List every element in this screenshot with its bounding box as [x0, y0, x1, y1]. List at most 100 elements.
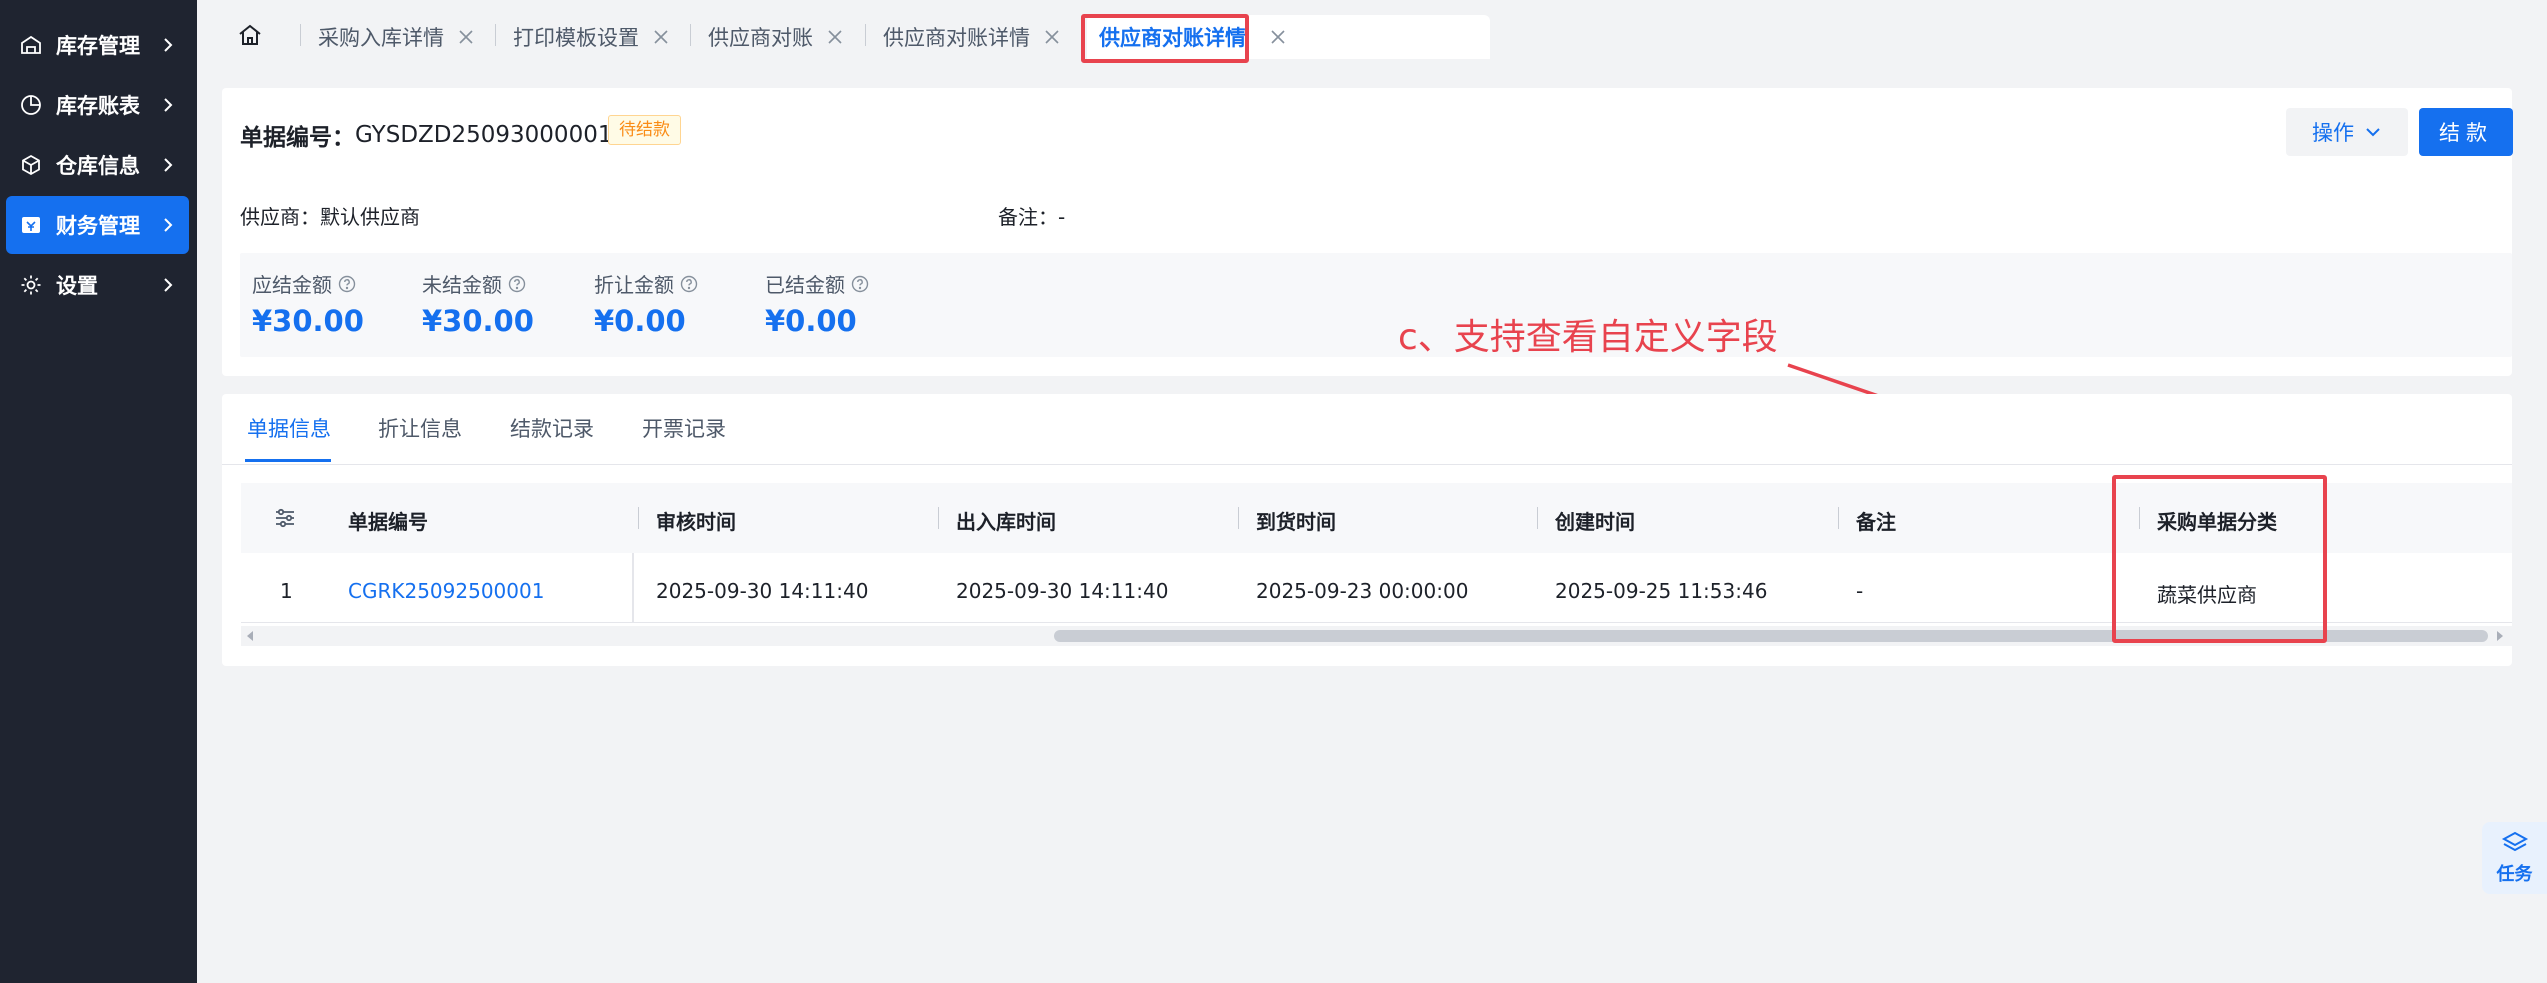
- subtab-divider: [222, 464, 2512, 465]
- tab-supplier-reconciliation[interactable]: 供应商对账: [708, 15, 843, 59]
- created-time-cell: 2025-09-25 11:53:46: [1555, 579, 1768, 603]
- column-divider[interactable]: [638, 507, 639, 529]
- help-icon[interactable]: [851, 275, 869, 293]
- close-icon[interactable]: [458, 29, 474, 45]
- gear-icon: [18, 272, 44, 298]
- subtab-active-indicator: [245, 459, 331, 462]
- remark-cell: -: [1856, 579, 1864, 603]
- amount-label-text: 已结金额: [765, 273, 845, 297]
- doc-number-label: 单据编号：: [240, 125, 355, 151]
- help-icon[interactable]: [508, 275, 526, 293]
- sidebar: 库存管理 库存账表 仓库信息 财务管理 设置: [0, 0, 197, 983]
- tab-purchase-inbound-detail[interactable]: 采购入库详情: [318, 15, 474, 59]
- audit-time-cell: 2025-09-30 14:11:40: [656, 579, 869, 603]
- status-badge: 待结款: [608, 115, 681, 145]
- task-float-button[interactable]: 任务: [2482, 822, 2547, 894]
- amount-label-text: 未结金额: [422, 273, 502, 297]
- layers-icon: [2501, 831, 2528, 852]
- row-index: 1: [280, 579, 293, 603]
- sidebar-item-settings[interactable]: 设置: [6, 256, 189, 314]
- chevron-right-icon: [164, 218, 173, 232]
- column-divider[interactable]: [938, 507, 939, 529]
- chevron-right-icon: [164, 38, 173, 52]
- sidebar-item-label: 财务管理: [56, 214, 140, 238]
- column-header: 创建时间: [1555, 510, 1635, 534]
- sidebar-item-label: 仓库信息: [56, 154, 140, 178]
- column-header: 出入库时间: [956, 510, 1056, 534]
- tab-supplier-reconciliation-detail[interactable]: 供应商对账详情: [883, 15, 1060, 59]
- column-divider[interactable]: [1838, 507, 1839, 529]
- highlight-box: [1081, 14, 1249, 63]
- amount-value: ¥0.00: [765, 304, 857, 338]
- pay-button[interactable]: 结款: [2419, 108, 2513, 156]
- sidebar-item-label: 库存账表: [56, 94, 140, 118]
- column-header: 到货时间: [1256, 510, 1336, 534]
- operate-label: 操作: [2312, 121, 2354, 145]
- chevron-down-icon: [2366, 128, 2380, 137]
- sidebar-item-inventory[interactable]: 库存管理: [6, 16, 189, 74]
- pie-chart-icon: [18, 92, 44, 118]
- scroll-left-icon[interactable]: [244, 629, 256, 643]
- tab-label: 供应商对账: [708, 26, 813, 50]
- pay-label: 结款: [2439, 121, 2493, 145]
- tab-print-template-settings[interactable]: 打印模板设置: [513, 15, 669, 59]
- column-header: 备注: [1856, 510, 1896, 534]
- help-icon[interactable]: [680, 275, 698, 293]
- column-divider[interactable]: [1537, 507, 1538, 529]
- tab-label: 采购入库详情: [318, 26, 444, 50]
- fixed-column-shadow: [632, 553, 634, 623]
- amount-value: ¥30.00: [252, 304, 364, 338]
- chevron-right-icon: [164, 98, 173, 112]
- tab-separator: [865, 24, 866, 46]
- subtab-payment-records[interactable]: 结款记录: [510, 413, 594, 443]
- amount-label: 折让金额: [594, 269, 698, 298]
- amount-label-text: 应结金额: [252, 273, 332, 297]
- close-icon[interactable]: [1270, 29, 1286, 45]
- close-icon[interactable]: [827, 29, 843, 45]
- warehouse-icon: [18, 32, 44, 58]
- tab-separator: [300, 24, 301, 46]
- subtab-discount-info[interactable]: 折让信息: [378, 413, 462, 443]
- io-time-cell: 2025-09-30 14:11:40: [956, 579, 1169, 603]
- column-header: 审核时间: [656, 510, 736, 534]
- operate-dropdown-button[interactable]: 操作: [2286, 108, 2408, 156]
- tab-separator: [690, 24, 691, 46]
- cube-icon: [18, 152, 44, 178]
- doc-number-link[interactable]: CGRK25092500001: [348, 579, 544, 603]
- amount-value: ¥30.00: [422, 304, 534, 338]
- amount-label: 已结金额: [765, 269, 869, 298]
- remark-info: 备注：-: [998, 205, 1066, 229]
- amount-label: 应结金额: [252, 269, 356, 298]
- tab-label: 打印模板设置: [513, 26, 639, 50]
- highlight-box: [2112, 475, 2327, 643]
- finance-icon: [18, 212, 44, 238]
- column-divider[interactable]: [1238, 507, 1239, 529]
- column-header: 单据编号: [348, 510, 428, 534]
- help-icon[interactable]: [338, 275, 356, 293]
- close-icon[interactable]: [653, 29, 669, 45]
- sidebar-item-label: 设置: [56, 274, 98, 298]
- tab-bar: 采购入库详情 打印模板设置 供应商对账 供应商对账详情 供应商对账详情: [197, 0, 2547, 65]
- document-header-card: 单据编号： GYSDZD25093000001 待结款 操作 结款 供应商：默认…: [222, 88, 2513, 376]
- arrival-time-cell: 2025-09-23 00:00:00: [1256, 579, 1469, 603]
- annotation-text: c、支持查看自定义字段: [1398, 317, 1778, 358]
- column-settings-icon[interactable]: [272, 505, 298, 531]
- tab-separator: [495, 24, 496, 46]
- sidebar-item-finance[interactable]: 财务管理: [6, 196, 189, 254]
- chevron-right-icon: [164, 158, 173, 172]
- subtab-invoice-records[interactable]: 开票记录: [642, 413, 726, 443]
- subtab-document-info[interactable]: 单据信息: [247, 413, 331, 443]
- close-icon[interactable]: [1044, 29, 1060, 45]
- sidebar-item-label: 库存管理: [56, 34, 140, 58]
- doc-number: GYSDZD25093000001: [355, 122, 613, 148]
- amount-summary-panel: 应结金额 ¥30.00 未结金额 ¥30.00 折让金额 ¥0.00 已结金额 …: [240, 253, 2512, 357]
- scroll-right-icon[interactable]: [2494, 629, 2506, 643]
- chevron-right-icon: [164, 278, 173, 292]
- sidebar-item-inventory-ledger[interactable]: 库存账表: [6, 76, 189, 134]
- supplier-info: 供应商：默认供应商: [240, 205, 420, 229]
- amount-label: 未结金额: [422, 269, 526, 298]
- tab-label: 供应商对账详情: [883, 26, 1030, 50]
- home-icon[interactable]: [237, 22, 263, 48]
- sidebar-item-warehouse-info[interactable]: 仓库信息: [6, 136, 189, 194]
- amount-label-text: 折让金额: [594, 273, 674, 297]
